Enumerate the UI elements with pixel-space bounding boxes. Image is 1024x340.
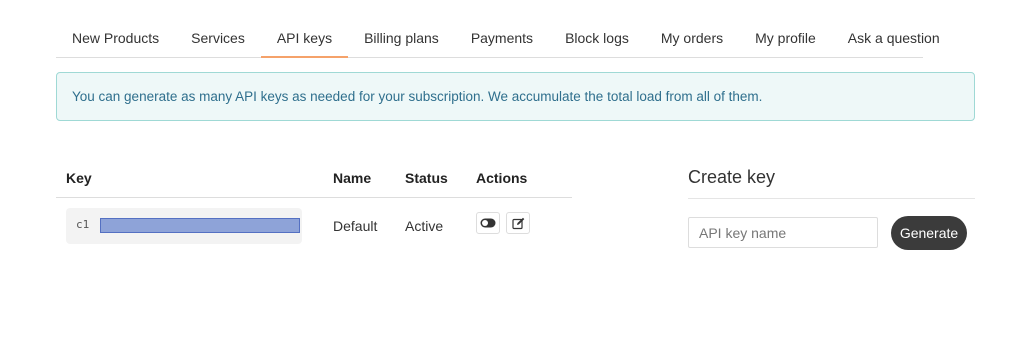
key-status: Active (405, 218, 444, 234)
edit-icon (511, 217, 524, 229)
header-key: Key (66, 170, 92, 186)
api-key-prefix: c1 (76, 218, 90, 231)
table-row: c1 Default Active (56, 198, 572, 256)
tab-block-logs[interactable]: Block logs (549, 20, 645, 58)
nav-tabs: New Products Services API keys Billing p… (56, 20, 940, 58)
create-key-title: Create key (688, 167, 776, 187)
key-name: Default (333, 218, 378, 234)
api-key-redaction (100, 218, 300, 233)
header-name: Name (333, 170, 372, 186)
tab-my-profile[interactable]: My profile (739, 20, 832, 58)
tab-billing-plans[interactable]: Billing plans (348, 20, 455, 58)
info-alert: You can generate as many API keys as nee… (56, 72, 975, 121)
api-keys-table: Key Name Status Actions c1 Default Activ… (56, 160, 572, 256)
header-status: Status (405, 170, 448, 186)
api-key-field[interactable]: c1 (66, 208, 302, 244)
toggle-icon (480, 218, 496, 228)
edit-key-button[interactable] (506, 212, 530, 234)
tab-services[interactable]: Services (175, 20, 261, 58)
tab-api-keys[interactable]: API keys (260, 20, 349, 58)
tab-ask-a-question[interactable]: Ask a question (832, 20, 956, 58)
info-alert-text: You can generate as many API keys as nee… (72, 89, 763, 104)
api-key-name-input[interactable] (688, 217, 878, 248)
generate-button[interactable]: Generate (891, 216, 967, 250)
tab-my-orders[interactable]: My orders (645, 20, 739, 58)
header-actions: Actions (476, 170, 528, 186)
table-header: Key Name Status Actions (56, 160, 572, 198)
tab-payments[interactable]: Payments (455, 20, 549, 58)
divider (688, 198, 975, 199)
toggle-key-button[interactable] (476, 212, 500, 234)
tab-new-products[interactable]: New Products (56, 20, 175, 58)
